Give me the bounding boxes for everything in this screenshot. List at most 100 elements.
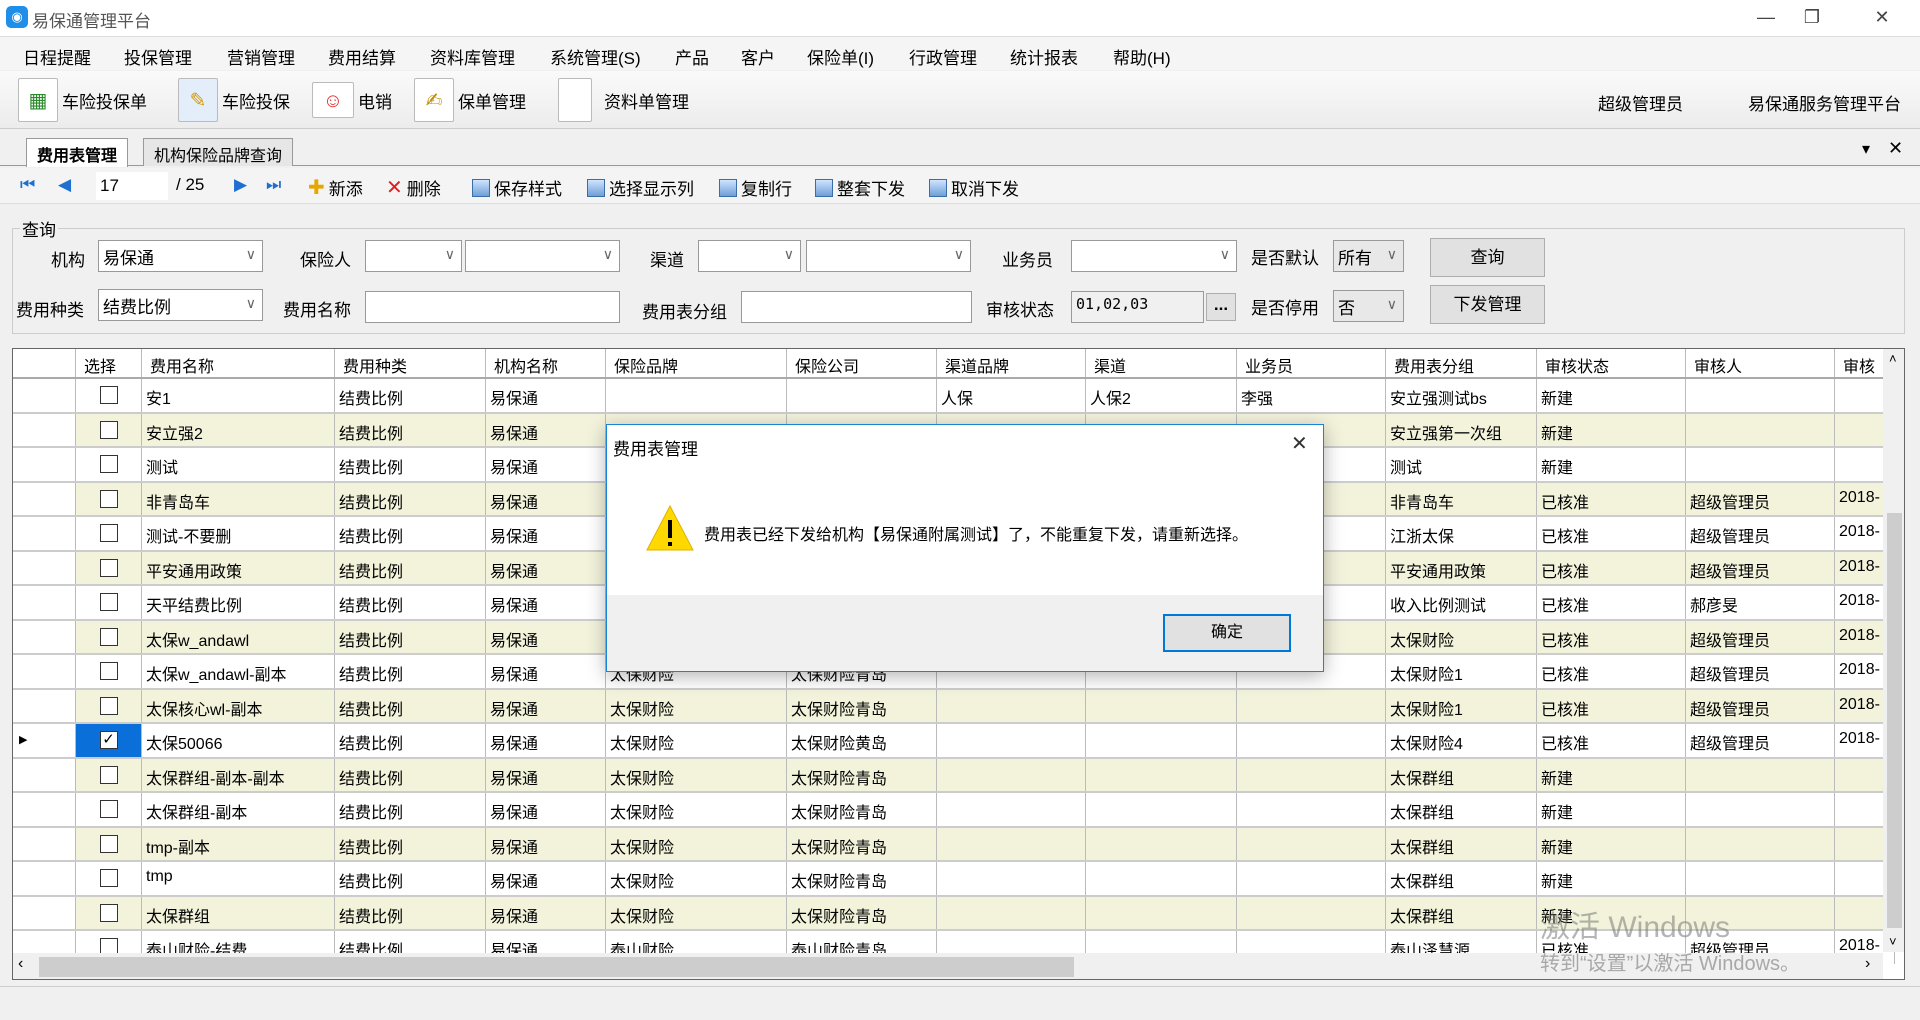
column-header-fee-name[interactable]: 费用名称: [142, 349, 335, 377]
select-cell[interactable]: [76, 586, 142, 619]
row-checkbox[interactable]: [99, 800, 118, 818]
add-button[interactable]: ✚ 新添: [308, 175, 363, 200]
select-cell[interactable]: [76, 862, 142, 895]
next-page-icon[interactable]: ▶: [234, 175, 247, 195]
table-row[interactable]: ▶ ✓ 太保50066 结费比例 易保通 太保财险 太保财险黄岛 太保财险4 已核准 超级管理员 2…: [13, 724, 1895, 759]
row-header[interactable]: [13, 689, 76, 722]
select-cell[interactable]: [76, 517, 142, 550]
is-disabled-combo[interactable]: 否: [1333, 290, 1404, 322]
query-button[interactable]: 查询: [1430, 238, 1545, 277]
select-cell[interactable]: [76, 413, 142, 446]
column-header-fee-type[interactable]: 费用种类: [335, 349, 486, 377]
row-header[interactable]: [13, 758, 76, 791]
row-checkbox[interactable]: [99, 593, 118, 611]
select-cell[interactable]: [76, 551, 142, 584]
menu-item[interactable]: 日程提醒: [23, 44, 91, 69]
toolbar-telesales[interactable]: ☺ 电销: [312, 77, 392, 123]
row-header[interactable]: [13, 517, 76, 550]
toolbar-car-application-form[interactable]: ▦ 车险投保单: [18, 77, 147, 123]
row-checkbox[interactable]: [99, 524, 118, 542]
row-checkbox[interactable]: [99, 662, 118, 680]
select-cell[interactable]: [76, 655, 142, 688]
row-checkbox[interactable]: [99, 903, 118, 922]
column-header-salesman[interactable]: 业务员: [1237, 349, 1386, 377]
column-header-reviewer[interactable]: 审核人: [1686, 349, 1835, 377]
page-number-input[interactable]: [96, 172, 168, 200]
row-header[interactable]: [13, 620, 76, 653]
select-cell[interactable]: [76, 793, 142, 826]
scroll-up-icon[interactable]: ˄: [1889, 351, 1897, 366]
column-header-fee-group[interactable]: 费用表分组: [1386, 349, 1537, 377]
column-header-channel[interactable]: 渠道: [1086, 349, 1237, 377]
save-style-button[interactable]: 保存样式: [472, 175, 562, 200]
menu-item[interactable]: 费用结算: [328, 44, 396, 69]
vertical-scrollbar[interactable]: ˄ ˅: [1883, 349, 1904, 952]
row-header[interactable]: [13, 482, 76, 515]
scroll-right-icon[interactable]: ›: [1865, 955, 1870, 973]
column-header-insurance-brand[interactable]: 保险品牌: [606, 349, 787, 377]
menu-item[interactable]: 产品: [675, 44, 709, 69]
choose-columns-button[interactable]: 选择显示列: [587, 175, 694, 200]
row-checkbox[interactable]: [99, 558, 118, 577]
select-cell[interactable]: [76, 896, 142, 929]
vertical-scroll-thumb[interactable]: [1887, 513, 1902, 928]
scroll-left-icon[interactable]: ‹: [18, 955, 23, 973]
table-row[interactable]: tmp-副本 结费比例 易保通 太保财险 太保财险青岛 太保群组 新建: [13, 827, 1895, 862]
select-cell[interactable]: [76, 689, 142, 722]
row-header[interactable]: ▶: [13, 724, 76, 757]
select-cell[interactable]: [76, 482, 142, 515]
fee-group-input[interactable]: [741, 291, 972, 323]
row-header[interactable]: [13, 448, 76, 481]
row-header[interactable]: [13, 586, 76, 619]
row-checkbox[interactable]: [99, 627, 118, 646]
menu-item[interactable]: 客户: [741, 44, 775, 69]
toolbar-document-management[interactable]: 资料单管理: [558, 77, 689, 123]
dialog-close-button[interactable]: ✕: [1291, 431, 1308, 456]
menu-item[interactable]: 统计报表: [1010, 44, 1078, 69]
channel-combo-1[interactable]: [698, 240, 801, 272]
row-checkbox[interactable]: [99, 869, 118, 887]
menu-item[interactable]: 投保管理: [124, 44, 192, 69]
minimize-button[interactable]: —: [1746, 4, 1786, 30]
delete-button[interactable]: ✕ 删除: [386, 175, 441, 200]
column-header-insurance-company[interactable]: 保险公司: [787, 349, 937, 377]
row-header[interactable]: [13, 551, 76, 584]
select-cell[interactable]: [76, 448, 142, 481]
menu-item[interactable]: 营销管理: [227, 44, 295, 69]
review-status-picker-button[interactable]: ...: [1206, 293, 1236, 321]
channel-combo-2[interactable]: [806, 240, 971, 272]
insurer-combo-2[interactable]: [465, 240, 620, 272]
prev-page-icon[interactable]: ◀: [58, 175, 71, 195]
select-cell[interactable]: [76, 620, 142, 653]
row-checkbox[interactable]: [99, 420, 118, 439]
is-default-combo[interactable]: 所有: [1333, 240, 1404, 272]
row-header[interactable]: [13, 379, 76, 412]
ok-button[interactable]: 确定: [1163, 614, 1291, 652]
row-header[interactable]: [13, 827, 76, 860]
fee-name-input[interactable]: [365, 291, 620, 323]
table-row[interactable]: 太保群组-副本 结费比例 易保通 太保财险 太保财险青岛 太保群组 新建: [13, 793, 1895, 828]
table-row[interactable]: 太保核心wl-副本 结费比例 易保通 太保财险 太保财险青岛 太保财险1 已核准 超级管理员 2…: [13, 689, 1895, 724]
select-cell[interactable]: [76, 379, 142, 412]
tab-org-insurance-brand-query[interactable]: 机构保险品牌查询: [143, 138, 294, 166]
row-checkbox[interactable]: [99, 386, 118, 404]
table-row[interactable]: tmp 结费比例 易保通 太保财险 太保财险青岛 太保群组 新建: [13, 862, 1895, 897]
review-status-input[interactable]: 01,02,03: [1071, 291, 1204, 323]
select-cell[interactable]: [76, 827, 142, 860]
row-checkbox[interactable]: ✓: [99, 731, 118, 749]
issue-all-button[interactable]: 整套下发: [815, 175, 905, 200]
column-header-channel-brand[interactable]: 渠道品牌: [937, 349, 1086, 377]
menu-item[interactable]: 资料库管理: [430, 44, 515, 69]
row-header[interactable]: [13, 655, 76, 688]
close-tab-icon[interactable]: ✕: [1888, 138, 1903, 159]
tab-list-dropdown-icon[interactable]: ▾: [1862, 139, 1870, 159]
toolbar-policy-management[interactable]: ✍ 保单管理: [414, 77, 526, 123]
insurer-combo-1[interactable]: [365, 240, 462, 272]
column-header-org-name[interactable]: 机构名称: [486, 349, 606, 377]
close-window-button[interactable]: ✕: [1862, 4, 1902, 30]
salesman-combo[interactable]: [1071, 240, 1237, 272]
first-page-icon[interactable]: ⏮: [20, 175, 35, 195]
row-header[interactable]: [13, 793, 76, 826]
issue-management-button[interactable]: 下发管理: [1430, 285, 1545, 324]
org-combo[interactable]: 易保通: [98, 240, 263, 272]
